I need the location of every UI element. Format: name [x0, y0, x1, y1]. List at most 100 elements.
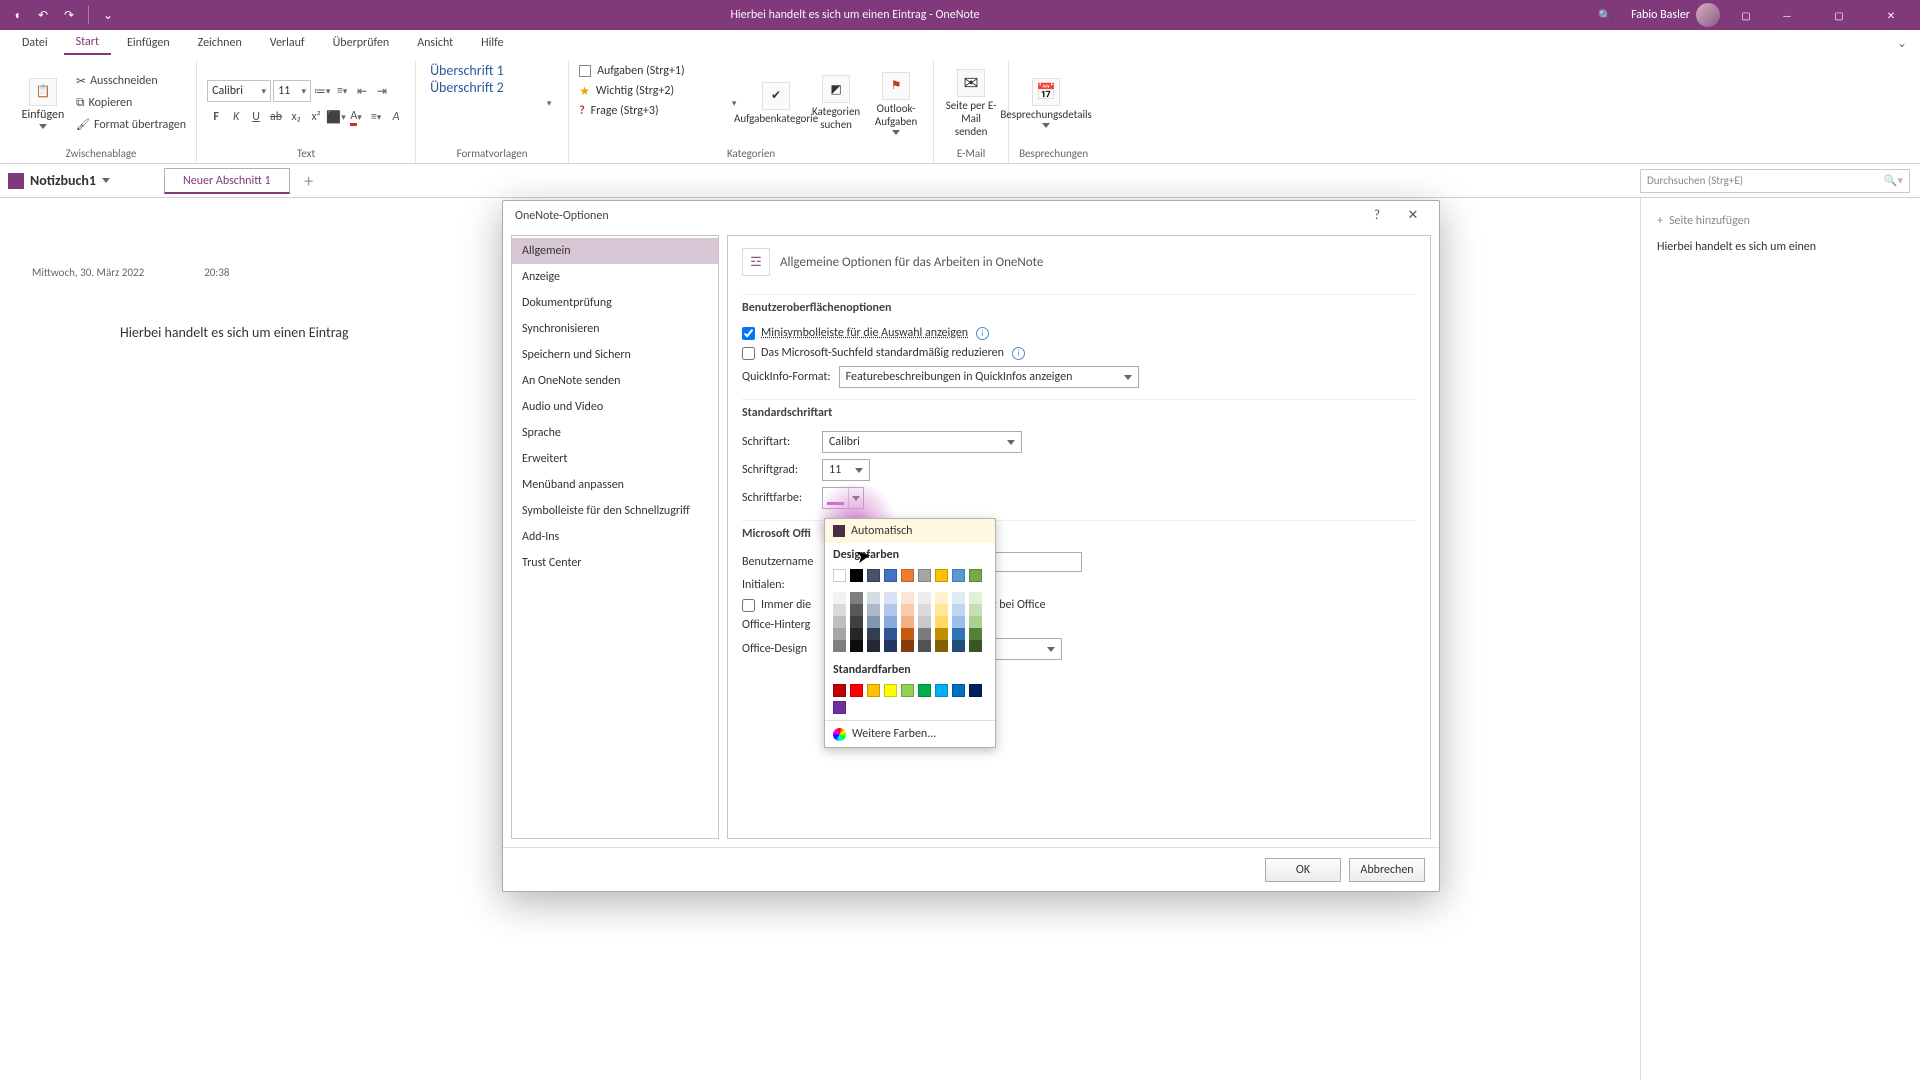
color-swatch[interactable] [850, 616, 863, 628]
nav-speichern[interactable]: Speichern und Sichern [512, 342, 718, 368]
color-swatch[interactable] [901, 604, 914, 616]
ok-button[interactable]: OK [1265, 858, 1341, 882]
color-swatch[interactable] [850, 684, 863, 697]
nav-senden[interactable]: An OneNote senden [512, 368, 718, 394]
color-swatch[interactable] [952, 628, 965, 640]
color-swatch[interactable] [867, 592, 880, 604]
color-swatch[interactable] [969, 569, 982, 582]
color-swatch[interactable] [850, 592, 863, 604]
nav-menueband[interactable]: Menüband anpassen [512, 472, 718, 498]
color-swatch[interactable] [867, 604, 880, 616]
color-swatch[interactable] [867, 616, 880, 628]
color-swatch[interactable] [952, 640, 965, 652]
color-swatch[interactable] [935, 604, 948, 616]
color-swatch[interactable] [918, 592, 931, 604]
color-swatch[interactable] [867, 628, 880, 640]
quickinfo-select[interactable]: Featurebeschreibungen in QuickInfos anze… [839, 366, 1139, 388]
color-swatch[interactable] [833, 628, 846, 640]
color-swatch[interactable] [833, 701, 846, 714]
dialog-title: OneNote-Optionen [515, 209, 609, 223]
color-swatch[interactable] [833, 604, 846, 616]
color-swatch[interactable] [918, 616, 931, 628]
nav-erweitert[interactable]: Erweitert [512, 446, 718, 472]
nav-anzeige[interactable]: Anzeige [512, 264, 718, 290]
color-swatch[interactable] [952, 592, 965, 604]
color-swatch[interactable] [884, 592, 897, 604]
color-swatch[interactable] [867, 684, 880, 697]
color-swatch[interactable] [969, 684, 982, 697]
color-swatch[interactable] [901, 569, 914, 582]
color-swatch[interactable] [884, 604, 897, 616]
color-swatch[interactable] [935, 684, 948, 697]
color-swatch[interactable] [952, 569, 965, 582]
standard-color-row [825, 680, 995, 720]
color-swatch[interactable] [850, 628, 863, 640]
nav-trustcenter[interactable]: Trust Center [512, 550, 718, 576]
color-swatch[interactable] [833, 592, 846, 604]
color-swatch[interactable] [935, 628, 948, 640]
color-swatch[interactable] [969, 616, 982, 628]
color-swatch[interactable] [969, 640, 982, 652]
color-swatch[interactable] [918, 628, 931, 640]
nav-schnellzugriff[interactable]: Symbolleiste für den Schnellzugriff [512, 498, 718, 524]
color-swatch[interactable] [884, 616, 897, 628]
size-select[interactable]: 11 [822, 459, 870, 481]
color-swatch[interactable] [884, 684, 897, 697]
more-colors-button[interactable]: Weitere Farben... [825, 720, 995, 747]
info-icon[interactable]: i [976, 327, 989, 340]
color-swatch[interactable] [952, 684, 965, 697]
nav-dokumentpruefung[interactable]: Dokumentprüfung [512, 290, 718, 316]
color-swatch[interactable] [850, 569, 863, 582]
checkbox-search[interactable] [742, 347, 755, 360]
dialog-heading: Allgemeine Optionen für das Arbeiten in … [780, 255, 1043, 270]
opt-mini-toolbar[interactable]: Minisymbolleiste für die Auswahl anzeige… [742, 326, 968, 340]
nav-addins[interactable]: Add-Ins [512, 524, 718, 550]
color-swatch[interactable] [833, 684, 846, 697]
color-swatch[interactable] [952, 604, 965, 616]
nav-sync[interactable]: Synchronisieren [512, 316, 718, 342]
checkbox-mini[interactable] [742, 327, 755, 340]
opt-search-collapse[interactable]: Das Microsoft-Suchfeld standardmäßig red… [742, 346, 1004, 360]
info-icon[interactable]: i [1012, 347, 1025, 360]
color-swatch[interactable] [901, 640, 914, 652]
nav-sprache[interactable]: Sprache [512, 420, 718, 446]
color-swatch[interactable] [969, 604, 982, 616]
cancel-button[interactable]: Abbrechen [1349, 858, 1425, 882]
color-swatch[interactable] [969, 628, 982, 640]
color-automatic[interactable]: Automatisch [825, 519, 995, 543]
nav-audio[interactable]: Audio und Video [512, 394, 718, 420]
color-swatch[interactable] [918, 604, 931, 616]
color-swatch[interactable] [969, 592, 982, 604]
nav-allgemein[interactable]: Allgemein [512, 238, 718, 264]
font-color-dropdown[interactable] [822, 487, 864, 509]
checkbox-always[interactable] [742, 599, 755, 612]
color-swatch[interactable] [850, 604, 863, 616]
color-swatch[interactable] [884, 628, 897, 640]
color-swatch[interactable] [901, 628, 914, 640]
color-label: Schriftfarbe: [742, 491, 814, 505]
dialog-close-button[interactable]: ✕ [1395, 201, 1431, 231]
color-swatch[interactable] [867, 640, 880, 652]
color-swatch[interactable] [952, 616, 965, 628]
color-swatch[interactable] [850, 640, 863, 652]
color-swatch[interactable] [884, 640, 897, 652]
color-swatch[interactable] [833, 640, 846, 652]
color-swatch[interactable] [901, 592, 914, 604]
color-swatch[interactable] [935, 616, 948, 628]
size-label: Schriftgrad: [742, 463, 814, 477]
font-select[interactable]: Calibri [822, 431, 1022, 453]
color-swatch[interactable] [918, 640, 931, 652]
color-swatch[interactable] [918, 569, 931, 582]
color-swatch[interactable] [935, 569, 948, 582]
color-swatch[interactable] [884, 569, 897, 582]
color-swatch[interactable] [833, 616, 846, 628]
dialog-help-button[interactable]: ? [1359, 201, 1395, 231]
color-swatch[interactable] [833, 569, 846, 582]
color-swatch[interactable] [867, 569, 880, 582]
color-swatch[interactable] [901, 684, 914, 697]
always-checkbox[interactable]: Immer die [742, 598, 811, 612]
color-swatch[interactable] [918, 684, 931, 697]
color-swatch[interactable] [935, 592, 948, 604]
color-swatch[interactable] [935, 640, 948, 652]
color-swatch[interactable] [901, 616, 914, 628]
